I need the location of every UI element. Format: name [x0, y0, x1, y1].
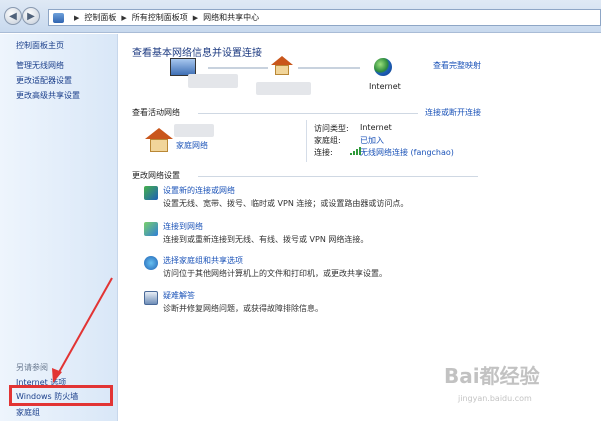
see-also-title: 另请参阅: [16, 363, 48, 372]
home-network-icon-body: [275, 65, 289, 75]
address-bar[interactable]: ▶ 控制面板 ▶ 所有控制面板项 ▶ 网络和共享中心: [48, 9, 601, 26]
watermark-url: jingyan.baidu.com: [458, 394, 532, 403]
map-connector: [298, 67, 360, 69]
blurred-network-name: [174, 124, 214, 137]
breadcrumb-all-items[interactable]: 所有控制面板项: [132, 12, 188, 23]
divider: [198, 176, 478, 177]
connect-disconnect-link[interactable]: 连接或断开连接: [425, 107, 481, 118]
sidebar-item-home[interactable]: 控制面板主页: [16, 40, 64, 51]
blurred-network-name: [256, 82, 311, 95]
connection-link[interactable]: 无线网络连接 (fangchao): [360, 147, 454, 158]
task-new-connection-link[interactable]: 设置新的连接或网络: [163, 185, 235, 196]
sidebar-item-manage-wireless[interactable]: 管理无线网络: [16, 60, 64, 71]
home-network-icon: [271, 56, 293, 65]
task-homegroup-desc: 访问位于其他网络计算机上的文件和打印机，或更改共享设置。: [163, 269, 387, 278]
breadcrumb-control-panel[interactable]: 控制面板: [84, 12, 116, 23]
task-connect-network-desc: 连接到或重新连接到无线、有线、拨号或 VPN 网络连接。: [163, 235, 369, 244]
internet-globe-icon: [374, 58, 392, 76]
divider: [198, 113, 418, 114]
active-networks-title: 查看活动网络: [132, 108, 180, 117]
sidebar-item-advanced-sharing[interactable]: 更改高级共享设置: [16, 90, 80, 101]
sidebar: 控制面板主页 管理无线网络 更改适配器设置 更改高级共享设置 另请参阅 Inte…: [0, 34, 118, 421]
breadcrumb-network-center[interactable]: 网络和共享中心: [203, 12, 259, 23]
access-type-value: Internet: [360, 123, 392, 132]
blurred-computer-name: [188, 74, 238, 88]
full-map-link[interactable]: 查看完整映射: [433, 60, 481, 71]
home-network-large-icon: [145, 128, 173, 139]
sidebar-item-adapter-settings[interactable]: 更改适配器设置: [16, 75, 72, 86]
homegroup-sharing-icon: [144, 256, 158, 270]
chevron-right-icon: ▶: [121, 13, 127, 22]
forward-button[interactable]: ▶: [22, 7, 40, 25]
new-connection-icon: [144, 186, 158, 200]
access-type-label: 访问类型:: [314, 124, 349, 133]
home-network-large-icon-body: [150, 139, 168, 152]
homegroup-label: 家庭组:: [314, 136, 341, 145]
watermark: Bai都经验: [444, 364, 540, 388]
back-button[interactable]: ◀: [4, 7, 22, 25]
map-connector: [208, 67, 268, 69]
connection-label: 连接:: [314, 148, 333, 157]
chevron-right-icon: ▶: [74, 13, 80, 22]
title-bar: ◀ ▶ ▶ 控制面板 ▶ 所有控制面板项 ▶ 网络和共享中心: [0, 0, 601, 33]
homegroup-value-link[interactable]: 已加入: [360, 135, 384, 146]
chevron-right-icon: ▶: [192, 13, 199, 22]
page-title: 查看基本网络信息并设置连接: [132, 48, 262, 59]
troubleshoot-icon: [144, 291, 158, 305]
divider: [306, 120, 307, 162]
network-type-link[interactable]: 家庭网络: [176, 140, 208, 151]
task-connect-network-link[interactable]: 连接到网络: [163, 221, 203, 232]
change-settings-title: 更改网络设置: [132, 171, 180, 180]
task-troubleshoot-desc: 诊断并修复网络问题，或获得故障排除信息。: [163, 304, 323, 313]
task-homegroup-link[interactable]: 选择家庭组和共享选项: [163, 255, 243, 266]
task-new-connection-desc: 设置无线、宽带、拨号、临时或 VPN 连接；或设置路由器或访问点。: [163, 199, 409, 208]
task-troubleshoot-link[interactable]: 疑难解答: [163, 290, 195, 301]
sidebar-item-homegroup[interactable]: 家庭组: [16, 407, 40, 418]
connect-network-icon: [144, 222, 158, 236]
highlight-box: [9, 385, 113, 406]
control-panel-icon: [53, 12, 64, 23]
internet-label: Internet: [369, 82, 401, 91]
